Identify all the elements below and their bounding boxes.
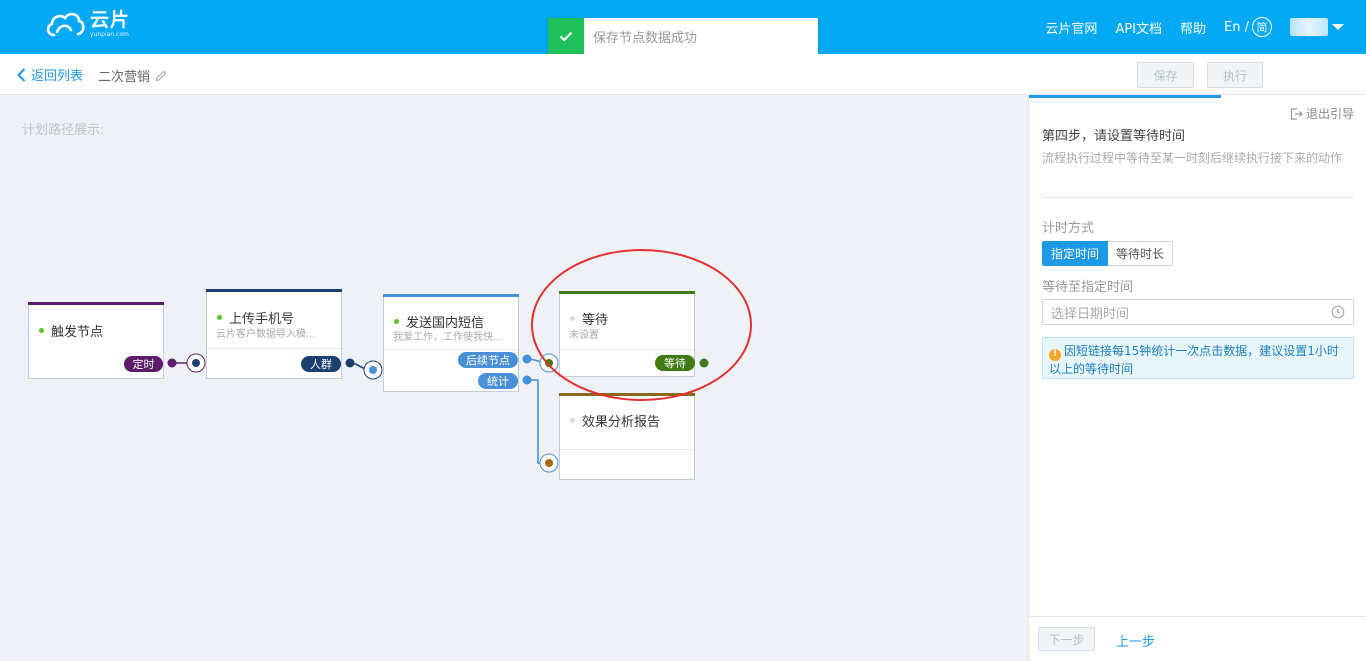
status-dot	[217, 315, 222, 320]
option-wait-duration[interactable]: 等待时长	[1108, 241, 1174, 266]
logo-text: 云片	[90, 8, 131, 31]
node-color-bar	[559, 393, 695, 396]
node-color-bar	[206, 289, 342, 292]
timing-mode-toggle[interactable]: 指定时间 等待时长	[1042, 241, 1174, 266]
node-color-bar	[383, 294, 519, 297]
flow-node-wait[interactable]: 等待 未设置 等待	[559, 291, 695, 377]
check-icon	[548, 18, 584, 54]
node-title: 触发节点	[51, 325, 104, 340]
flow-node-send-sms[interactable]: 发送国内短信 我爱工作，工作使我快... 后续节点 统计	[383, 294, 519, 392]
datetime-picker-input[interactable]: 选择日期时间	[1042, 299, 1354, 325]
node-title: 效果分析报告	[582, 415, 661, 430]
next-step-button[interactable]: 下一步	[1038, 627, 1095, 651]
top-nav: 云片官网 API文档 帮助 En / 简	[1045, 0, 1344, 54]
logo-domain: yunpian.com	[90, 30, 129, 38]
step-description: 流程执行过程中等待至某一时刻后继续执行接下来的动作	[1042, 151, 1343, 165]
timing-mode-label: 计时方式	[1042, 221, 1095, 236]
lang-en[interactable]: En /	[1224, 20, 1249, 35]
option-specific-time[interactable]: 指定时间	[1042, 241, 1109, 266]
cloud-logo-icon	[46, 12, 85, 37]
execute-button[interactable]: 执行	[1207, 62, 1263, 88]
guide-panel: 退出引导 第四步，请设置等待时间 流程执行过程中等待至某一时刻后继续执行接下来的…	[1028, 95, 1366, 661]
previous-step-button[interactable]: 上一步	[1116, 631, 1155, 650]
step-progress-bar	[1029, 95, 1221, 98]
node-color-bar	[28, 302, 164, 305]
plan-name-text: 二次营销	[98, 70, 151, 85]
edit-pencil-icon[interactable]	[155, 70, 167, 82]
flow-node-report[interactable]: 效果分析报告	[559, 393, 695, 480]
clock-icon[interactable]	[1331, 305, 1345, 319]
chevron-left-icon	[17, 67, 26, 82]
canvas-title: 计划路径展示:	[22, 123, 105, 138]
warning-icon: !	[1049, 348, 1061, 361]
node-tag-schedule[interactable]: 定时	[124, 356, 163, 372]
node-subtitle: 我爱工作，工作使我快...	[393, 332, 503, 343]
sub-header: 返回列表 二次营销 保存 执行	[0, 54, 1366, 95]
node-tag-audience[interactable]: 人群	[301, 356, 341, 372]
success-toast: 保存节点数据成功	[548, 18, 818, 54]
back-label: 返回列表	[31, 69, 84, 84]
language-switch[interactable]: En / 简	[1224, 17, 1272, 37]
node-subtitle: 云片客户数据导入模...	[216, 329, 316, 340]
exit-icon	[1290, 107, 1303, 120]
wait-time-notice: ! 因短链接每15钟统计一次点击数据，建议设置1小时以上的等待时间	[1042, 337, 1354, 379]
flow-node-trigger[interactable]: 触发节点 定时	[28, 302, 164, 379]
node-tag-next-node[interactable]: 后续节点	[458, 352, 518, 368]
status-dot	[394, 319, 399, 324]
plan-name: 二次营销	[98, 66, 167, 85]
toast-message: 保存节点数据成功	[593, 30, 698, 46]
nav-help[interactable]: 帮助	[1180, 18, 1206, 37]
user-avatar[interactable]	[1290, 18, 1328, 36]
flow-canvas[interactable]: 计划路径展示: 触发节点 定时 上传手机号 云片客户数据导入模... 人群 发送…	[0, 95, 1028, 661]
status-dot	[570, 316, 575, 321]
node-subtitle: 未设置	[569, 330, 599, 341]
flow-node-upload-phones[interactable]: 上传手机号 云片客户数据导入模... 人群	[206, 289, 342, 379]
wait-until-label: 等待至指定时间	[1042, 280, 1134, 295]
nav-api-docs[interactable]: API文档	[1115, 18, 1162, 37]
exit-guide-label: 退出引导	[1305, 107, 1354, 121]
node-tag-wait[interactable]: 等待	[655, 355, 695, 371]
panel-footer: 下一步 上一步	[1029, 616, 1366, 661]
node-tag-statistics[interactable]: 统计	[478, 373, 518, 389]
save-button[interactable]: 保存	[1137, 62, 1194, 88]
user-menu-caret-icon[interactable]	[1332, 24, 1344, 30]
node-color-bar	[559, 291, 695, 294]
step-title: 第四步，请设置等待时间	[1042, 129, 1186, 144]
status-dot	[39, 328, 44, 333]
lang-cn[interactable]: 简	[1252, 17, 1272, 37]
exit-guide-button[interactable]: 退出引导	[1290, 105, 1354, 122]
status-dot	[570, 418, 575, 423]
logo[interactable]: 云片 yunpian.com	[44, 9, 130, 39]
nav-official-site[interactable]: 云片官网	[1045, 18, 1097, 37]
back-to-list-link[interactable]: 返回列表	[17, 65, 83, 84]
notice-text: 因短链接每15钟统计一次点击数据，建议设置1小时以上的等待时间	[1049, 344, 1339, 376]
datetime-placeholder: 选择日期时间	[1051, 306, 1130, 322]
